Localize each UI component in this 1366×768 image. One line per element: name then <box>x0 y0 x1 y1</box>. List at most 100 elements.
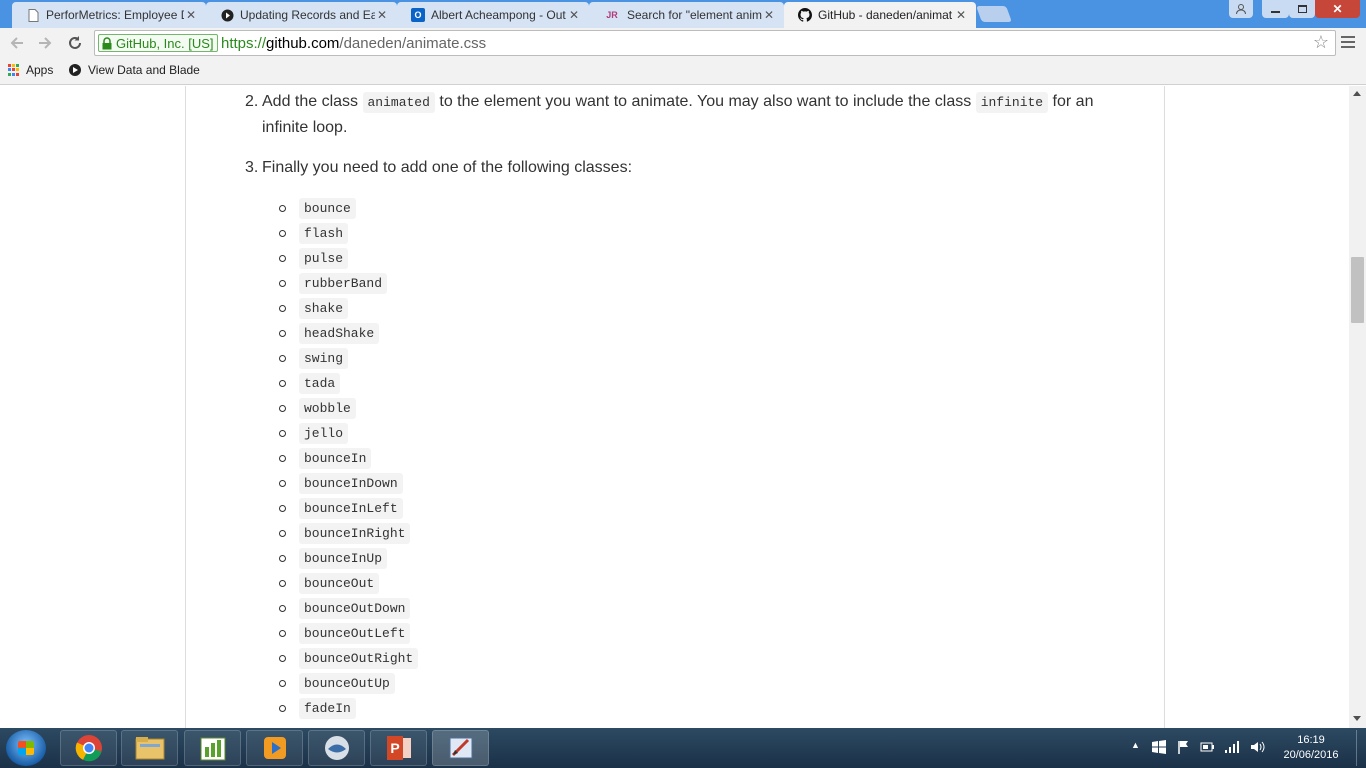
scroll-down-arrow-icon[interactable] <box>1353 716 1361 721</box>
volume-icon[interactable] <box>1250 740 1266 757</box>
list-item: bounceInDown <box>277 471 418 496</box>
list-item: tada <box>277 371 418 396</box>
start-button[interactable] <box>6 730 46 766</box>
list-item: rubberBand <box>277 271 418 296</box>
list-item: jello <box>277 421 418 446</box>
class-name-code: bounceOutDown <box>299 598 411 619</box>
play-circle-icon <box>69 64 81 76</box>
forward-button[interactable] <box>35 33 55 53</box>
scroll-up-arrow-icon[interactable] <box>1353 91 1361 96</box>
paint-tool-icon[interactable] <box>432 730 489 766</box>
lock-icon <box>101 36 113 50</box>
close-window-button[interactable]: ✕ <box>1315 0 1360 18</box>
class-name-code: jello <box>299 423 349 444</box>
vertical-scrollbar[interactable] <box>1349 86 1366 728</box>
class-name-code: tada <box>299 373 341 394</box>
readme-panel: 2. Add the class animated to the element… <box>185 86 1165 728</box>
browser-toolbar: GitHub, Inc. [US] https://github.com/dan… <box>0 28 1366 58</box>
security-chip[interactable]: GitHub, Inc. [US] <box>98 34 218 52</box>
bookmark-apps[interactable]: Apps <box>8 63 53 77</box>
tab-github[interactable]: GitHub - daneden/animat ✕ <box>784 2 976 28</box>
close-tab-icon[interactable]: ✕ <box>954 8 968 22</box>
list-item: flash <box>277 221 418 246</box>
tab-title: Updating Records and Ea <box>240 8 375 22</box>
chrome-icon[interactable] <box>60 730 117 766</box>
file-explorer-icon[interactable] <box>121 730 178 766</box>
tab-performetrics[interactable]: PerforMetrics: Employee D ✕ <box>12 2 206 28</box>
github-icon <box>798 8 812 22</box>
class-name-code: rubberBand <box>299 273 388 294</box>
list-item: bounceInRight <box>277 521 418 546</box>
reload-button[interactable] <box>65 33 85 53</box>
close-tab-icon[interactable]: ✕ <box>184 8 198 22</box>
code-animated: animated <box>362 92 435 113</box>
class-name-code: pulse <box>299 248 349 269</box>
tab-title: PerforMetrics: Employee D <box>46 8 184 22</box>
media-player-icon[interactable] <box>246 730 303 766</box>
list-item: shake <box>277 296 418 321</box>
class-name-code: bounceOut <box>299 573 380 594</box>
security-label: GitHub, Inc. [US] <box>116 35 214 51</box>
clock-date: 20/06/2016 <box>1283 749 1339 761</box>
code-infinite: infinite <box>975 92 1049 113</box>
class-name-code: bounceInLeft <box>299 498 403 519</box>
class-name-code: headShake <box>299 323 380 344</box>
show-hidden-icons-icon[interactable]: ▲ <box>1131 740 1140 750</box>
chrome-menu-icon[interactable] <box>1341 34 1355 50</box>
bookmark-view-data[interactable]: View Data and Blade <box>69 63 200 77</box>
show-desktop-button[interactable] <box>1356 730 1366 766</box>
thunderbird-icon[interactable] <box>308 730 365 766</box>
bookmark-star-icon[interactable]: ☆ <box>1313 32 1329 53</box>
url-path: /daneden/animate.css <box>339 35 487 52</box>
system-clock[interactable]: 16:19 20/06/2016 <box>1280 733 1342 763</box>
list-item: bounceOutLeft <box>277 621 418 646</box>
svg-text:P: P <box>390 740 399 756</box>
class-name-code: bounceIn <box>299 448 372 469</box>
list-item: bounce <box>277 196 418 221</box>
powerpoint-icon[interactable]: P <box>370 730 427 766</box>
step-text: Finally you need to add one of the follo… <box>262 159 633 176</box>
list-item: fadeIn <box>277 696 418 721</box>
class-name-code: wobble <box>299 398 356 419</box>
profile-icon[interactable] <box>1229 0 1253 18</box>
class-name-code: fadeIn <box>299 698 356 719</box>
close-tab-icon[interactable]: ✕ <box>762 8 776 22</box>
tab-outlook[interactable]: O Albert Acheampong - Out ✕ <box>397 2 589 28</box>
outlook-icon: O <box>411 8 425 22</box>
apps-grid-icon <box>8 64 20 76</box>
new-tab-button[interactable] <box>976 6 1012 22</box>
class-name-code: swing <box>299 348 349 369</box>
class-name-code: bounce <box>299 198 356 219</box>
scrollbar-thumb[interactable] <box>1351 257 1364 323</box>
windows-flag-icon[interactable] <box>1152 740 1166 757</box>
network-signal-icon[interactable] <box>1224 740 1240 757</box>
tab-updating-records[interactable]: Updating Records and Ea ✕ <box>206 2 397 28</box>
list-item: bounceOut <box>277 571 418 596</box>
restore-button[interactable] <box>1289 0 1315 18</box>
close-tab-icon[interactable]: ✕ <box>375 8 389 22</box>
address-bar[interactable]: GitHub, Inc. [US] https://github.com/dan… <box>94 30 1336 56</box>
action-center-flag-icon[interactable] <box>1177 740 1191 757</box>
close-tab-icon[interactable]: ✕ <box>567 8 581 22</box>
power-plug-icon[interactable] <box>1200 740 1214 757</box>
bookmark-label: View Data and Blade <box>88 63 200 77</box>
list-item: bounceInLeft <box>277 496 418 521</box>
class-name-code: bounceInUp <box>299 548 388 569</box>
class-name-code: bounceOutLeft <box>299 623 411 644</box>
list-item: swing <box>277 346 418 371</box>
list-item: headShake <box>277 321 418 346</box>
class-name-code: bounceInDown <box>299 473 403 494</box>
step-text-part: Add the class <box>262 93 363 110</box>
video-icon <box>220 8 234 22</box>
back-button[interactable] <box>7 33 27 53</box>
step-text: Add the class animated to the element yo… <box>262 89 1102 140</box>
class-name-code: bounceInRight <box>299 523 411 544</box>
chart-app-icon[interactable] <box>184 730 241 766</box>
animation-class-list: bounce flash pulse rubberBand shake headShake… <box>277 196 419 721</box>
tab-jira-search[interactable]: JR Search for "element anim ✕ <box>589 2 784 28</box>
bookmarks-bar: Apps View Data and Blade <box>0 58 1366 85</box>
step-3: 3. Finally you need to add one of the fo… <box>245 155 1105 180</box>
windows-taskbar: P ▲ 16:19 20/06/2016 <box>0 728 1366 768</box>
minimize-button[interactable] <box>1262 0 1289 18</box>
step-number: 2. <box>245 93 259 110</box>
